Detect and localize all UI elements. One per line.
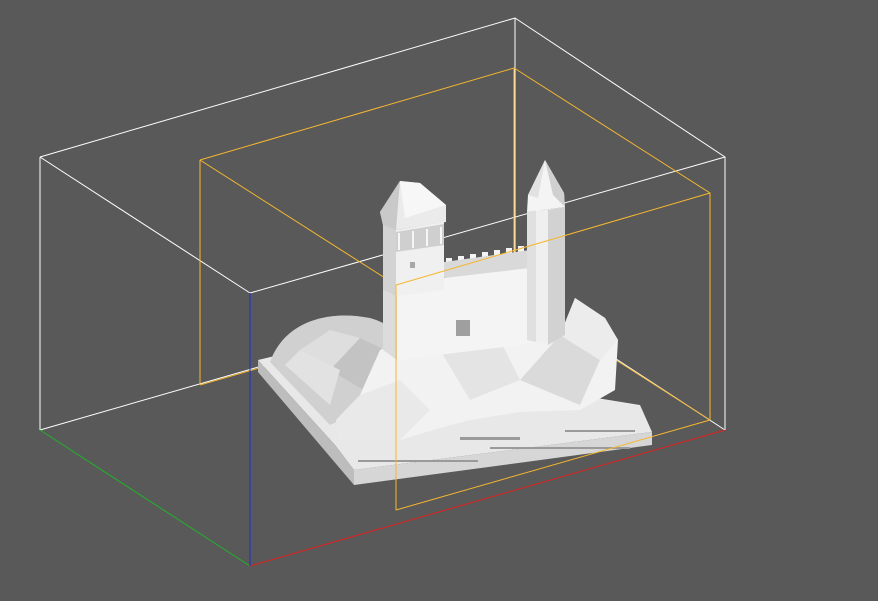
castle-window [456,320,470,336]
viewport-canvas[interactable] [0,0,878,601]
3d-viewport[interactable] [0,0,878,601]
castle-model[interactable] [258,160,652,485]
axis-y-line [39,429,251,567]
